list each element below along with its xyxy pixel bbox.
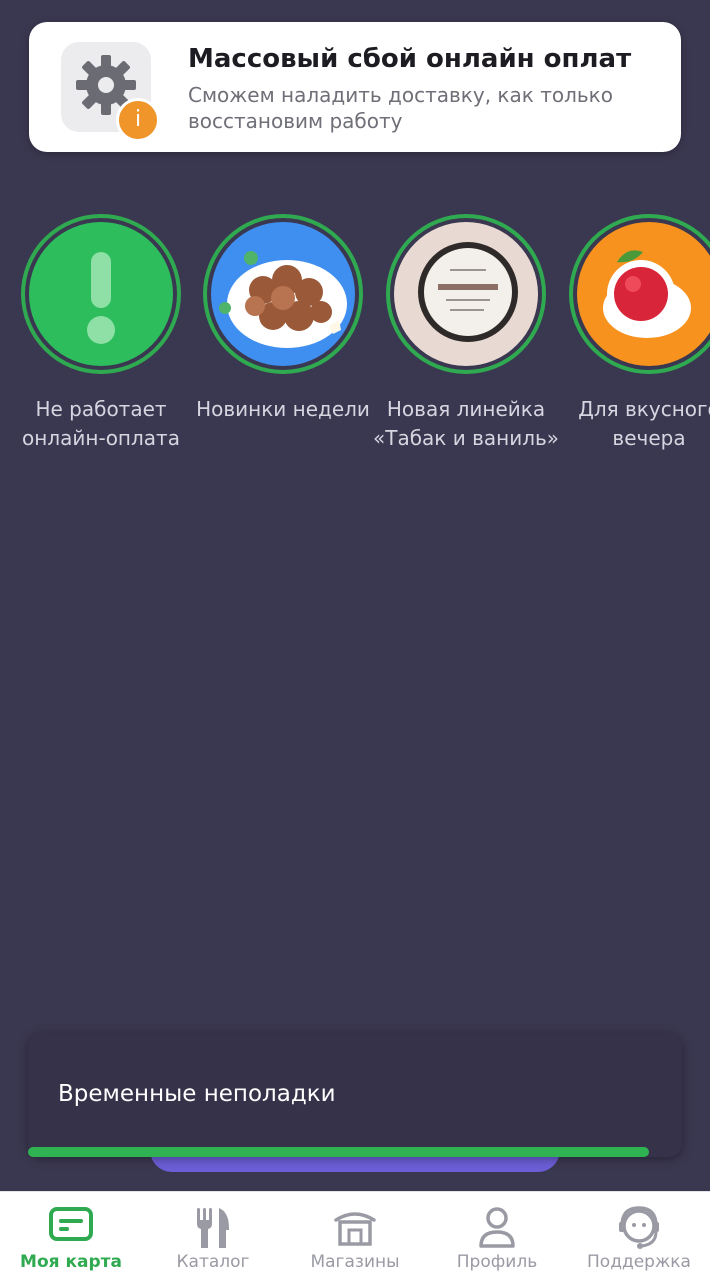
banner-subtitle: Сможем наладить доставку, как только вос… (188, 83, 613, 133)
support-icon (619, 1206, 659, 1249)
toast-progress-bar (28, 1147, 650, 1157)
tea-tin-image (418, 242, 518, 342)
banner-icon-tile: i (61, 42, 160, 142)
story-ring (21, 214, 181, 374)
tea-cup-image (603, 250, 691, 338)
toast-progress-track (28, 1147, 682, 1157)
story-image (394, 222, 538, 366)
stories-carousel[interactable]: Не работает онлайн-оплата Новинки недели… (0, 212, 710, 492)
story-image (29, 222, 173, 366)
fork-knife-icon (197, 1208, 229, 1248)
story-label: Не работает онлайн-оплата (22, 397, 180, 450)
store-icon (334, 1212, 376, 1246)
story-label: Новая линейка «Табак и ваниль» (372, 397, 559, 450)
nav-my-card[interactable]: Моя карта (0, 1192, 142, 1281)
cookies-plate-image (219, 251, 347, 348)
nav-profile[interactable]: Профиль (426, 1192, 568, 1281)
story-image (211, 222, 355, 366)
outage-banner[interactable]: i Массовый сбой онлайн оплат Сможем нала… (29, 22, 681, 152)
nav-label: Моя карта (20, 1252, 122, 1272)
nav-label: Магазины (310, 1252, 400, 1272)
error-toast: Временные неполадки (28, 1033, 682, 1157)
exclamation-icon (87, 252, 115, 344)
banner-title: Массовый сбой онлайн оплат (188, 44, 632, 74)
nav-stores[interactable]: Магазины (284, 1192, 426, 1281)
toast-message: Временные неполадки (58, 1081, 336, 1107)
card-icon (49, 1207, 93, 1241)
story-label: Новинки недели (196, 397, 370, 421)
bottom-navigation: Моя карта Каталог Магазины Профиль Подде… (0, 1191, 710, 1281)
nav-catalog[interactable]: Каталог (142, 1192, 284, 1281)
nav-label: Поддержка (587, 1252, 691, 1272)
nav-label: Каталог (176, 1252, 250, 1272)
story-image (577, 222, 710, 366)
story-ring (203, 214, 363, 374)
story-ring (386, 214, 546, 374)
story-ring (569, 214, 710, 374)
story-label: Для вкусного вечера (578, 397, 710, 450)
nav-support[interactable]: Поддержка (568, 1192, 710, 1281)
info-icon: i (116, 98, 160, 142)
profile-icon (479, 1207, 515, 1248)
nav-label: Профиль (456, 1252, 538, 1272)
